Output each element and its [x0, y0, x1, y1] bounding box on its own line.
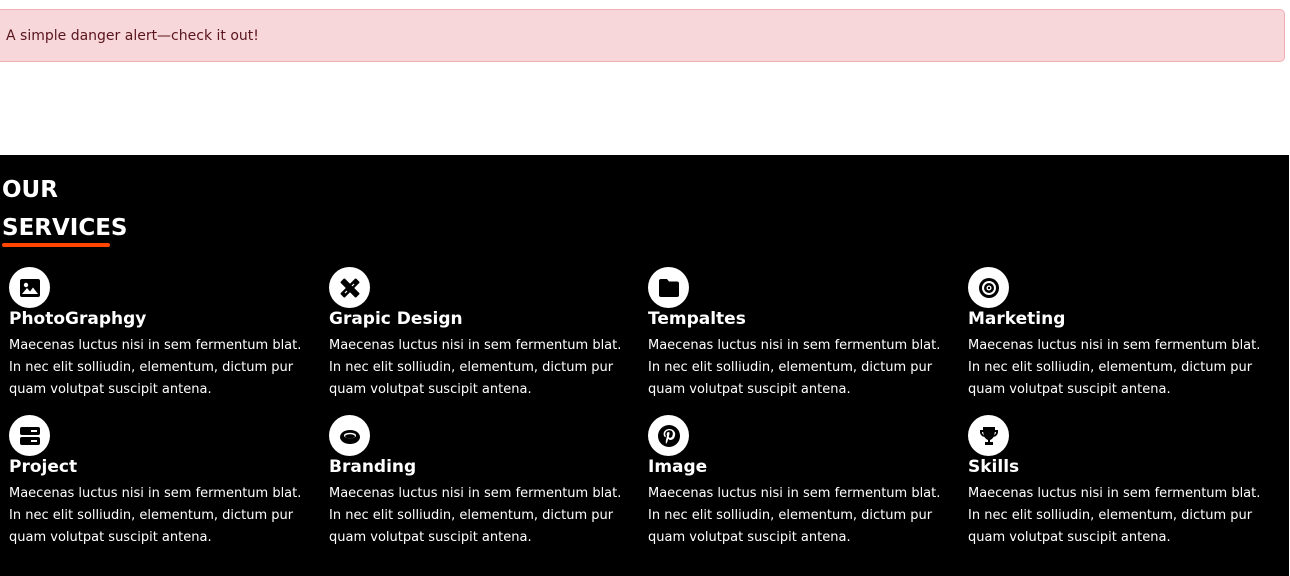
- service-name: Grapic Design: [329, 309, 463, 329]
- danger-alert: A simple danger alert—check it out!: [0, 9, 1285, 62]
- service-name: Project: [9, 457, 78, 477]
- service-card-templates: Tempaltes Maecenas luctus nisi in sem fe…: [648, 267, 953, 401]
- service-card-image: Image Maecenas luctus nisi in sem fermen…: [648, 415, 953, 549]
- service-name: Branding: [329, 457, 417, 477]
- services-heading: OUR SERVICES: [2, 171, 128, 247]
- service-card-graphic-design: Grapic Design Maecenas luctus nisi in se…: [329, 267, 634, 401]
- service-name: Skills: [968, 457, 1020, 477]
- service-description: Maecenas luctus nisi in sem fermentum bl…: [968, 486, 1261, 545]
- heading-underline: [2, 243, 110, 247]
- service-name: Image: [648, 457, 708, 477]
- service-card-branding: Branding Maecenas luctus nisi in sem fer…: [329, 415, 634, 549]
- service-description: Maecenas luctus nisi in sem fermentum bl…: [648, 486, 941, 545]
- pinterest-icon: [648, 415, 689, 456]
- service-description: Maecenas luctus nisi in sem fermentum bl…: [968, 338, 1261, 397]
- service-card-photography: PhotoGraphgy Maecenas luctus nisi in sem…: [9, 267, 314, 401]
- server-icon: [9, 415, 50, 456]
- service-card-skills: Skills Maecenas luctus nisi in sem ferme…: [968, 415, 1273, 549]
- ring-icon: [329, 415, 370, 456]
- service-description: Maecenas luctus nisi in sem fermentum bl…: [9, 338, 302, 397]
- image-icon: [9, 267, 50, 308]
- service-description: Maecenas luctus nisi in sem fermentum bl…: [329, 338, 622, 397]
- target-icon: [968, 267, 1009, 308]
- service-description: Maecenas luctus nisi in sem fermentum bl…: [329, 486, 622, 545]
- service-description: Maecenas luctus nisi in sem fermentum bl…: [9, 486, 302, 545]
- service-description: Maecenas luctus nisi in sem fermentum bl…: [648, 338, 941, 397]
- service-name: PhotoGraphgy: [9, 309, 147, 329]
- services-heading-line2: SERVICES: [2, 215, 128, 241]
- alert-text: A simple danger alert—check it out!: [6, 28, 259, 44]
- pencil-ruler-icon: [329, 267, 370, 308]
- services-section: OUR SERVICES PhotoGraphgy Maecenas luctu…: [0, 155, 1289, 576]
- trophy-icon: [968, 415, 1009, 456]
- service-name: Tempaltes: [648, 309, 746, 329]
- service-card-marketing: Marketing Maecenas luctus nisi in sem fe…: [968, 267, 1273, 401]
- service-card-project: Project Maecenas luctus nisi in sem ferm…: [9, 415, 314, 549]
- service-name: Marketing: [968, 309, 1066, 329]
- services-heading-line1: OUR: [2, 177, 58, 203]
- folder-icon: [648, 267, 689, 308]
